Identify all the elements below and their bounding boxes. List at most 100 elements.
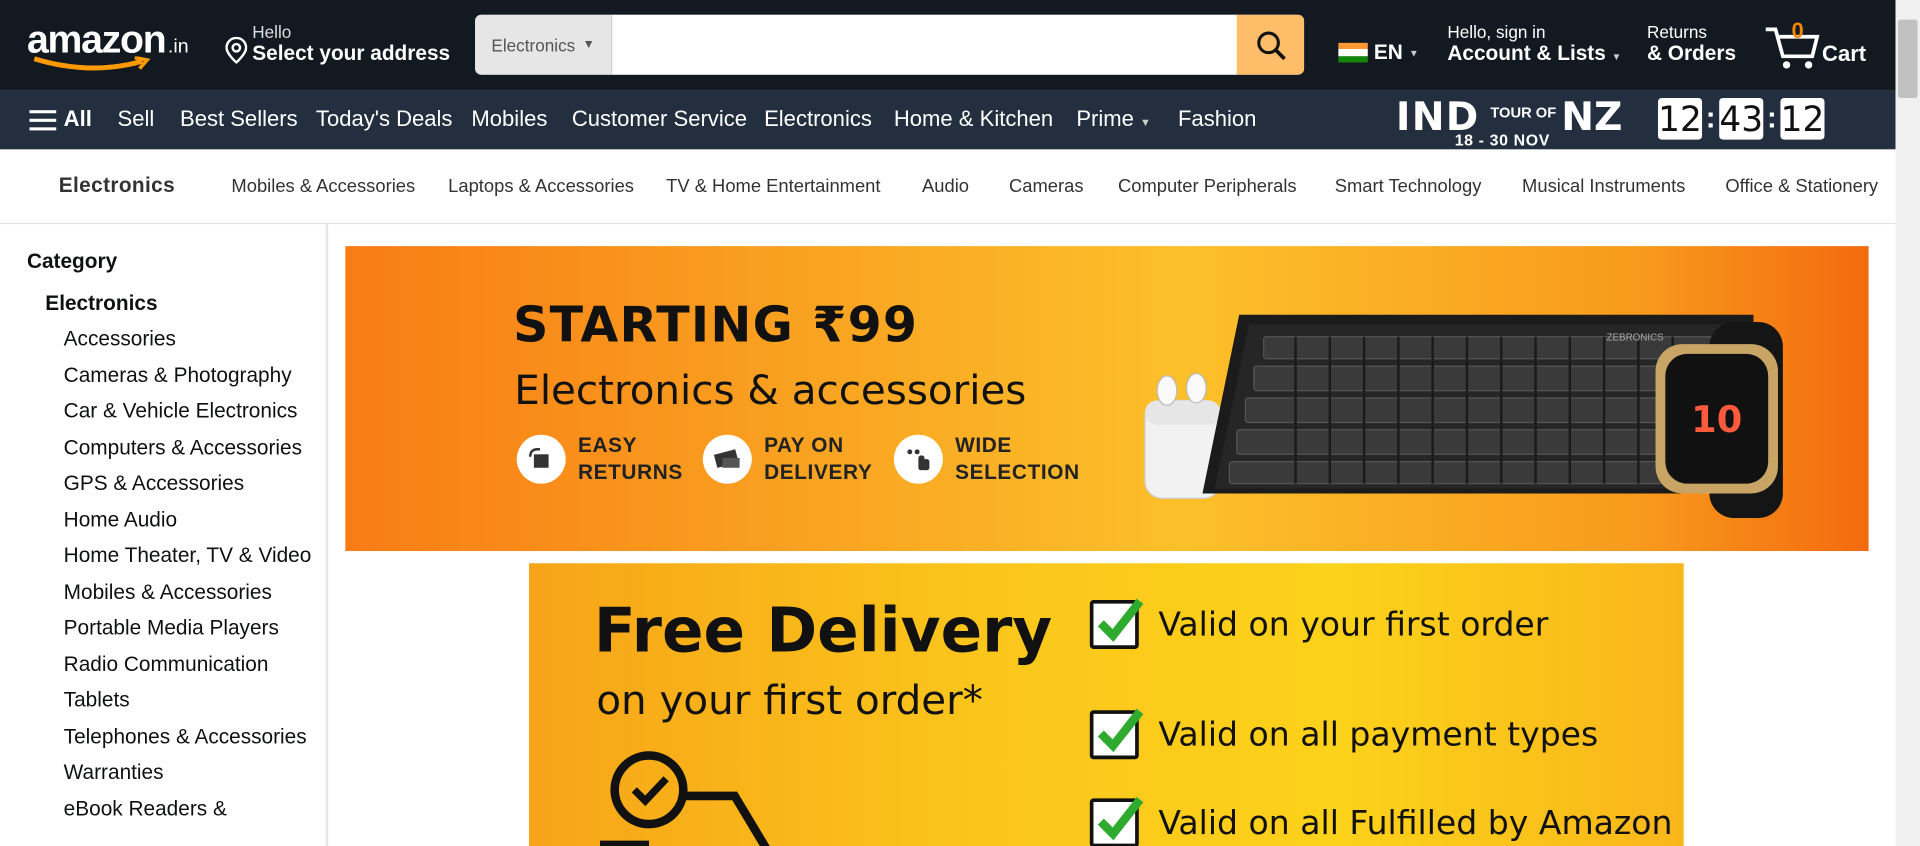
delivery-timer-icon	[600, 751, 770, 846]
sidebar-item[interactable]: Portable Media Players	[64, 613, 315, 643]
logo-wordmark: amazon	[26, 17, 167, 62]
vertical-scrollbar[interactable]	[1895, 0, 1920, 846]
sidebar-item[interactable]: Telephones & Accessories	[64, 722, 315, 752]
sidebar-root-category[interactable]: Electronics	[45, 291, 157, 315]
category-sidebar: Category Electronics Accessories Cameras…	[0, 224, 329, 846]
sidebar-item[interactable]: Car & Vehicle Electronics	[64, 397, 315, 427]
main-nav: All Sell Best Sellers Today's Deals Mobi…	[0, 90, 1896, 150]
free-delivery-banner[interactable]: Free Delivery on your first order* Valid…	[528, 563, 1684, 846]
cart-button[interactable]: 0 Cart	[1763, 17, 1873, 73]
checkbox-checked-icon	[1089, 708, 1144, 760]
subnav-link[interactable]: Musical Instruments	[1522, 176, 1685, 197]
nav-prime[interactable]: Prime ▼	[1076, 107, 1151, 133]
countdown-timer: 12 : 43 : 12	[1657, 97, 1825, 140]
check-text: Valid on all Fulfilled by Amazon	[1158, 803, 1673, 842]
nav-mobiles[interactable]: Mobiles	[471, 107, 547, 133]
free-delivery-subhead: on your first order*	[596, 675, 983, 724]
check-row: Valid on your first order	[1089, 598, 1549, 649]
nav-electronics[interactable]: Electronics	[764, 107, 872, 133]
sidebar-list: Accessories Cameras & Photography Car & …	[64, 324, 315, 830]
search-icon	[1256, 30, 1286, 60]
account-lists-label: Account & Lists	[1447, 41, 1606, 65]
feature-pay-on-delivery: PAY ON DELIVERY	[702, 432, 872, 486]
india-flag-icon	[1338, 42, 1368, 63]
promo-team2: NZ	[1561, 93, 1623, 140]
feature-line2: RETURNS	[577, 460, 683, 484]
subnav-title[interactable]: Electronics	[59, 174, 175, 198]
cash-icon	[702, 434, 752, 484]
feature-easy-returns: EASY RETURNS	[516, 432, 683, 486]
electronics-promo-banner[interactable]: STARTING ₹99 Electronics & accessories E…	[345, 246, 1869, 552]
subnav-link[interactable]: Laptops & Accessories	[448, 176, 634, 197]
sidebar-item[interactable]: Mobiles & Accessories	[64, 577, 315, 607]
sidebar-item[interactable]: Home Theater, TV & Video	[64, 541, 315, 571]
free-delivery-headline: Free Delivery	[593, 595, 1053, 667]
returns-orders-link[interactable]: Returns & Orders	[1647, 22, 1736, 66]
nav-fashion[interactable]: Fashion	[1178, 107, 1256, 133]
sidebar-item[interactable]: Cameras & Photography	[64, 361, 315, 391]
sidebar-item[interactable]: Computers & Accessories	[64, 433, 315, 463]
sidebar-item[interactable]: Warranties	[64, 758, 315, 788]
timer-minutes: 43	[1719, 97, 1764, 140]
sidebar-item[interactable]: Radio Communication	[64, 650, 315, 680]
search-input[interactable]	[612, 14, 1237, 75]
address-hello: Hello	[252, 22, 292, 42]
subnav-link[interactable]: TV & Home Entertainment	[666, 176, 880, 197]
timer-separator: :	[1705, 101, 1716, 135]
amazon-logo[interactable]: amazon .in	[27, 17, 198, 73]
check-text: Valid on your first order	[1158, 605, 1549, 644]
subnav-link[interactable]: Audio	[922, 176, 969, 197]
promo-dates: 18 - 30 NOV	[1454, 131, 1550, 150]
logo-suffix: .in	[167, 36, 189, 58]
sidebar-item[interactable]: Accessories	[64, 324, 315, 354]
nav-customer-service[interactable]: Customer Service	[572, 107, 747, 133]
subnav-link[interactable]: Computer Peripherals	[1118, 176, 1297, 197]
promo-tour: TOUR OF	[1490, 104, 1557, 122]
language-label: EN	[1373, 40, 1403, 64]
checkbox-checked-icon	[1089, 796, 1144, 846]
timer-seconds: 12	[1780, 97, 1825, 140]
sidebar-item[interactable]: Home Audio	[64, 505, 315, 535]
hamburger-icon	[29, 109, 57, 130]
smile-icon	[33, 56, 151, 71]
feature-line2: SELECTION	[955, 460, 1080, 484]
caret-down-icon: ▼	[1140, 116, 1151, 129]
sidebar-item[interactable]: eBook Readers &	[64, 794, 315, 824]
language-selector[interactable]: EN ▼	[1338, 40, 1419, 64]
category-subnav: Electronics Mobiles & Accessories Laptop…	[0, 149, 1896, 225]
svg-text:10: 10	[1691, 398, 1742, 441]
caret-down-icon: ▼	[582, 37, 595, 52]
scrollbar-thumb[interactable]	[1897, 19, 1918, 98]
sidebar-item[interactable]: Tablets	[64, 686, 315, 716]
box-return-icon	[516, 434, 566, 484]
nav-home-kitchen[interactable]: Home & Kitchen	[894, 107, 1053, 133]
all-label: All	[63, 106, 92, 132]
search-category-dropdown[interactable]: Electronics ▼	[475, 14, 613, 75]
smartwatch-image: 10	[1655, 322, 1783, 518]
caret-down-icon: ▼	[1408, 47, 1419, 59]
subnav-link[interactable]: Smart Technology	[1335, 176, 1482, 197]
promo-ind-nz[interactable]: IND TOUR OF NZ 18 - 30 NOV	[1396, 93, 1641, 150]
subnav-link[interactable]: Office & Stationery	[1725, 176, 1878, 197]
address-select-label: Select your address	[252, 41, 451, 65]
location-pin-icon	[225, 36, 248, 64]
nav-todays-deals[interactable]: Today's Deals	[316, 107, 453, 133]
header: amazon .in Hello Select your address Elec…	[0, 0, 1896, 91]
all-menu-button[interactable]: All	[29, 106, 92, 133]
account-menu[interactable]: Hello, sign in Account & Lists ▼	[1447, 22, 1621, 66]
cart-label: Cart	[1822, 41, 1867, 67]
account-greeting: Hello, sign in	[1447, 22, 1546, 42]
timer-hours: 12	[1657, 97, 1703, 140]
subnav-link[interactable]: Cameras	[1009, 176, 1084, 197]
subnav-link[interactable]: Mobiles & Accessories	[231, 176, 415, 197]
nav-sell[interactable]: Sell	[118, 107, 155, 133]
feature-line1: WIDE	[955, 433, 1012, 457]
caret-down-icon: ▼	[1611, 51, 1622, 63]
cart-count: 0	[1791, 18, 1804, 43]
feature-line1: PAY ON	[764, 433, 844, 457]
page: amazon .in Hello Select your address Elec…	[0, 0, 1920, 846]
check-row: Valid on all payment types	[1089, 708, 1598, 760]
search-button[interactable]	[1236, 14, 1305, 75]
nav-best-sellers[interactable]: Best Sellers	[180, 107, 298, 133]
sidebar-item[interactable]: GPS & Accessories	[64, 469, 315, 499]
